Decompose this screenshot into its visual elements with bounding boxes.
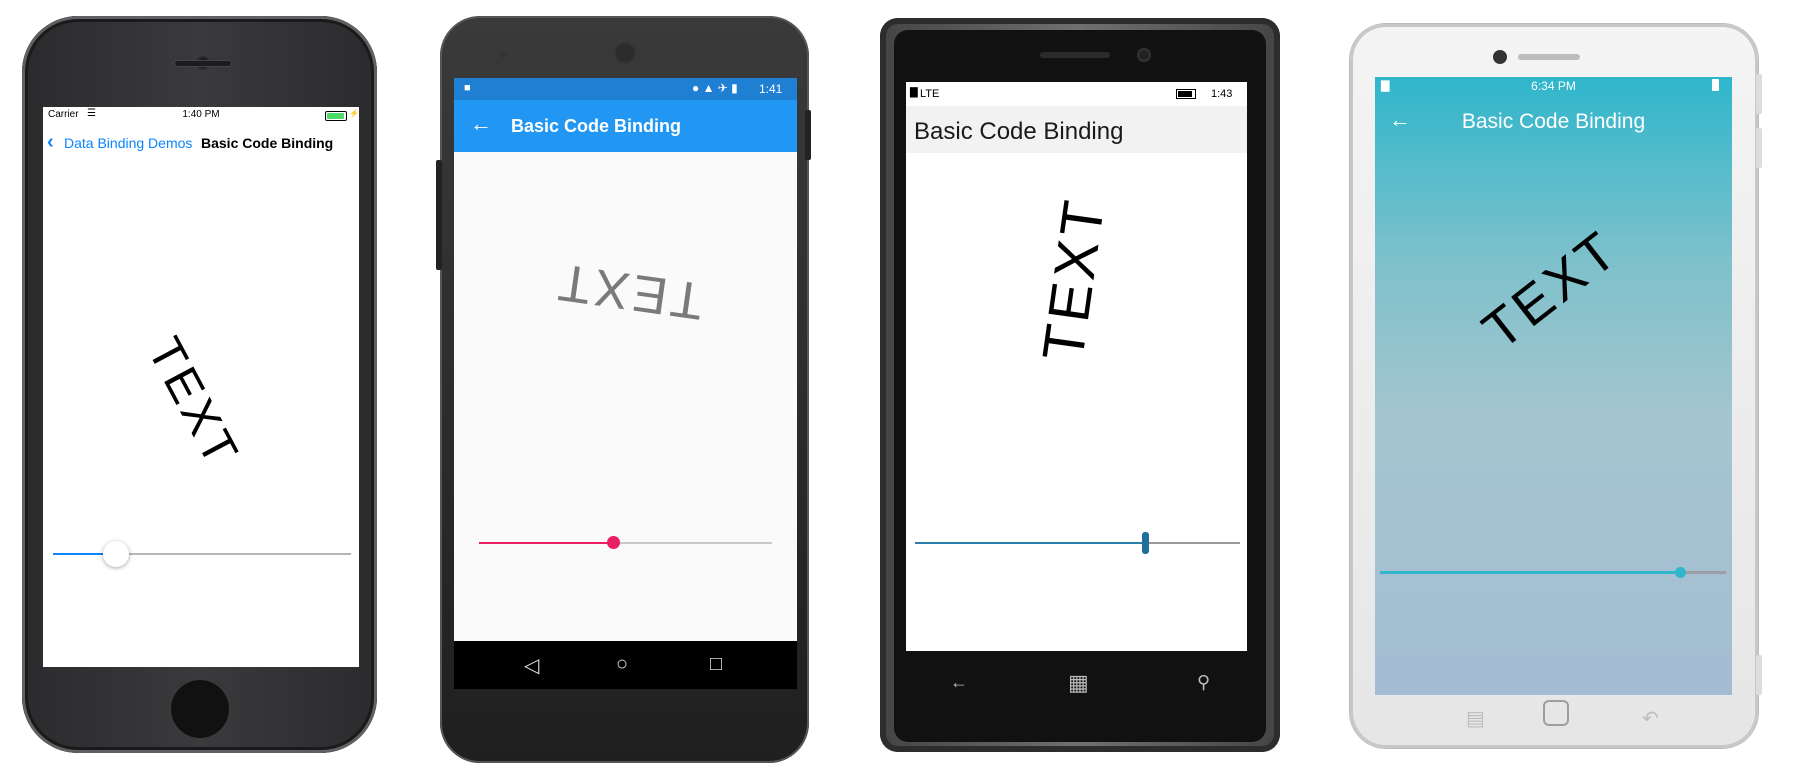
charging-icon: ⚡	[349, 109, 359, 118]
rotated-label: TEXT	[137, 329, 249, 477]
windows-phone-status-bar: ▇ LTE 1:43	[906, 82, 1247, 106]
windows-phone-front-camera	[1139, 50, 1149, 60]
ios-screen: Carrier ☰ 1:40 PM ⚡ ‹ Data Binding Demos…	[43, 107, 359, 667]
android-toolbar: ← Basic Code Binding	[454, 100, 797, 152]
ios-status-bar: Carrier ☰ 1:40 PM ⚡	[43, 107, 359, 123]
tizen-screen: ▇ 6:34 PM Basic Code Binding ← TEXT	[1375, 77, 1732, 695]
android-screen: ■ ● ▲ ✈ ▮ 1:41 ← Basic Code Binding TEXT	[454, 78, 797, 641]
battery-fill	[327, 113, 344, 119]
tizen-front-camera	[1493, 50, 1507, 64]
battery-icon	[1176, 89, 1196, 99]
windows-phone-title-bar: Basic Code Binding	[906, 106, 1247, 153]
tizen-home-button[interactable]	[1543, 700, 1569, 726]
arrow-left-icon[interactable]: ←	[1389, 107, 1411, 133]
android-volume-button	[436, 160, 442, 270]
slider-track-empty[interactable]	[614, 542, 772, 544]
arrow-left-icon[interactable]: ←	[950, 672, 968, 693]
circle-home-icon[interactable]: ○	[616, 653, 628, 676]
page-title: Basic Code Binding	[914, 118, 1124, 145]
windows-phone-screen: ▇ LTE 1:43 Basic Code Binding TEXT	[906, 82, 1247, 651]
square-recents-icon[interactable]: □	[710, 653, 722, 676]
menu-key-icon[interactable]: ▤	[1466, 706, 1485, 731]
android-navigation-bar: ◁ ○ □	[454, 641, 797, 689]
battery-icon	[1712, 79, 1719, 91]
tizen-status-time: 6:34 PM	[1531, 79, 1576, 93]
tizen-status-bar: ▇ 6:34 PM	[1375, 77, 1732, 95]
slider-track-empty[interactable]	[1146, 542, 1240, 544]
android-power-button	[805, 110, 811, 160]
network-label: LTE	[920, 88, 940, 100]
slider-thumb[interactable]	[1675, 567, 1686, 578]
slider-track-filled[interactable]	[479, 542, 614, 544]
search-icon[interactable]: ⚲	[1197, 672, 1210, 693]
status-icons: ● ▲ ✈ ▮	[692, 81, 738, 95]
signal-icon: ▇	[910, 87, 918, 98]
slider-thumb[interactable]	[1142, 532, 1149, 554]
slider-thumb[interactable]	[607, 536, 620, 549]
tizen-power-button	[1756, 655, 1762, 695]
tizen-volume-up	[1756, 74, 1762, 114]
ios-status-time: 1:40 PM	[182, 109, 220, 120]
iphone-home-button[interactable]	[171, 680, 229, 738]
android-status-time: 1:41	[759, 82, 783, 96]
ios-navigation-bar: ‹ Data Binding Demos Basic Code Binding	[43, 129, 359, 157]
chevron-left-icon[interactable]: ‹	[47, 131, 54, 154]
triangle-back-icon[interactable]: ◁	[524, 653, 539, 678]
rotated-label: TEXT	[1471, 218, 1631, 362]
windows-phone-earpiece	[1040, 52, 1110, 58]
slider-track-filled[interactable]	[915, 542, 1146, 544]
battery-icon	[325, 111, 347, 121]
android-debug-icon: ■	[464, 82, 471, 94]
tizen-earpiece	[1518, 54, 1580, 60]
page-title: Basic Code Binding	[201, 135, 334, 151]
battery-fill	[1178, 91, 1192, 97]
ios-back-button[interactable]: Data Binding Demos	[64, 135, 192, 151]
slider-thumb[interactable]	[103, 541, 129, 567]
windows-phone-status-time: 1:43	[1211, 88, 1233, 100]
back-key-icon[interactable]: ↶	[1642, 706, 1659, 731]
tizen-volume-down	[1756, 128, 1762, 168]
android-status-bar: ■ ● ▲ ✈ ▮ 1:41	[454, 78, 797, 100]
slider-track-filled[interactable]	[1380, 571, 1682, 574]
rotated-label: TEXT	[1030, 193, 1118, 365]
windows-logo-icon[interactable]: ▦	[1068, 670, 1089, 696]
arrow-left-icon[interactable]: ←	[470, 111, 492, 137]
page-title: Basic Code Binding	[511, 116, 682, 136]
rotated-label: TEXT	[551, 251, 707, 331]
iphone-earpiece	[175, 61, 231, 66]
page-title: Basic Code Binding	[1461, 110, 1646, 133]
android-sensor	[500, 52, 506, 58]
slider-track-empty[interactable]	[1682, 571, 1726, 574]
slider-track-empty[interactable]	[115, 553, 351, 555]
android-front-camera	[616, 44, 634, 62]
